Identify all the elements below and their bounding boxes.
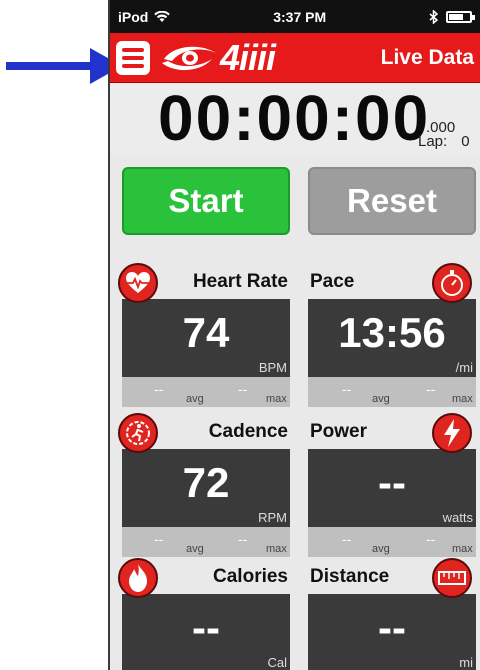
avg-label: avg xyxy=(186,393,204,405)
control-buttons: Start Reset xyxy=(110,155,480,235)
clock: 3:37 PM xyxy=(273,8,327,25)
tile-value-panel: 72 RPM xyxy=(122,449,290,527)
pace-unit: /mi xyxy=(455,360,473,375)
avg-value: -- xyxy=(342,531,352,547)
menu-button[interactable] xyxy=(116,40,150,75)
tile-value-panel: 13:56 /mi xyxy=(308,299,476,377)
calories-value: -- xyxy=(192,604,220,651)
power-value: -- xyxy=(378,459,406,506)
tile-stats: -- avg -- max xyxy=(308,377,476,407)
max-value: -- xyxy=(426,531,436,547)
menu-icon-bar xyxy=(122,63,144,68)
wifi-icon xyxy=(154,10,171,22)
page-title: Live Data xyxy=(380,45,474,69)
avg-value: -- xyxy=(154,381,164,397)
tile-stats: -- avg -- max xyxy=(122,527,290,557)
heart-rate-value: 74 xyxy=(182,309,230,356)
avg-label: avg xyxy=(372,393,390,405)
max-value: -- xyxy=(238,381,248,397)
arrow-right-icon xyxy=(6,48,122,84)
nav-bar: 4iiii Live Data xyxy=(110,33,480,83)
cadence-value: 72 xyxy=(182,459,230,506)
cadence-unit: RPM xyxy=(258,510,287,525)
max-label: max xyxy=(452,393,473,405)
status-bar: iPod 3:37 PM xyxy=(110,0,480,33)
phone-screen: iPod 3:37 PM 4iiii Live Data 00:00:00 .0… xyxy=(108,0,480,670)
max-label: max xyxy=(266,393,287,405)
cadence-icon xyxy=(118,413,158,453)
avg-value: -- xyxy=(342,381,352,397)
distance-value: -- xyxy=(378,604,406,651)
logo-eye-icon xyxy=(162,46,216,70)
battery-icon xyxy=(445,10,475,23)
calories-unit: Cal xyxy=(267,655,287,670)
logo-text: 4iiii xyxy=(220,36,276,78)
tile-value-panel: 74 BPM xyxy=(122,299,290,377)
lap-label: Lap: xyxy=(418,133,448,150)
flame-icon xyxy=(118,558,158,598)
avg-label: avg xyxy=(186,543,204,555)
ruler-icon xyxy=(432,558,472,598)
heart-rate-unit: BPM xyxy=(258,360,287,375)
menu-icon xyxy=(122,47,144,52)
avg-value: -- xyxy=(154,531,164,547)
carrier-label: iPod xyxy=(118,8,149,25)
max-value: -- xyxy=(238,531,248,547)
tile-stats: -- avg -- max xyxy=(122,377,290,407)
lap-counter: Lap: 0 xyxy=(418,133,470,150)
stopwatch-display: 00:00:00 .000 Lap: 0 xyxy=(110,82,480,155)
tile-value-panel: -- watts xyxy=(308,449,476,527)
pace-value: 13:56 xyxy=(338,309,446,356)
reset-button[interactable]: Reset xyxy=(308,167,476,235)
lap-value: 0 xyxy=(461,133,470,150)
tile-value-panel: -- Cal xyxy=(122,594,290,670)
distance-unit: mi xyxy=(459,655,473,670)
power-unit: watts xyxy=(442,510,473,525)
avg-label: avg xyxy=(372,543,390,555)
max-value: -- xyxy=(426,381,436,397)
max-label: max xyxy=(452,543,473,555)
start-button[interactable]: Start xyxy=(122,167,290,235)
bluetooth-icon xyxy=(429,9,438,24)
lightning-icon xyxy=(432,413,472,453)
menu-icon-bar xyxy=(122,55,144,60)
tile-value-panel: -- mi xyxy=(308,594,476,670)
max-label: max xyxy=(266,543,287,555)
brand-logo: 4iiii xyxy=(160,36,276,79)
elapsed-time: 00:00:00 xyxy=(158,82,431,154)
stopwatch-icon xyxy=(432,263,472,303)
tile-stats: -- avg -- max xyxy=(308,527,476,557)
heart-rate-icon xyxy=(118,263,158,303)
